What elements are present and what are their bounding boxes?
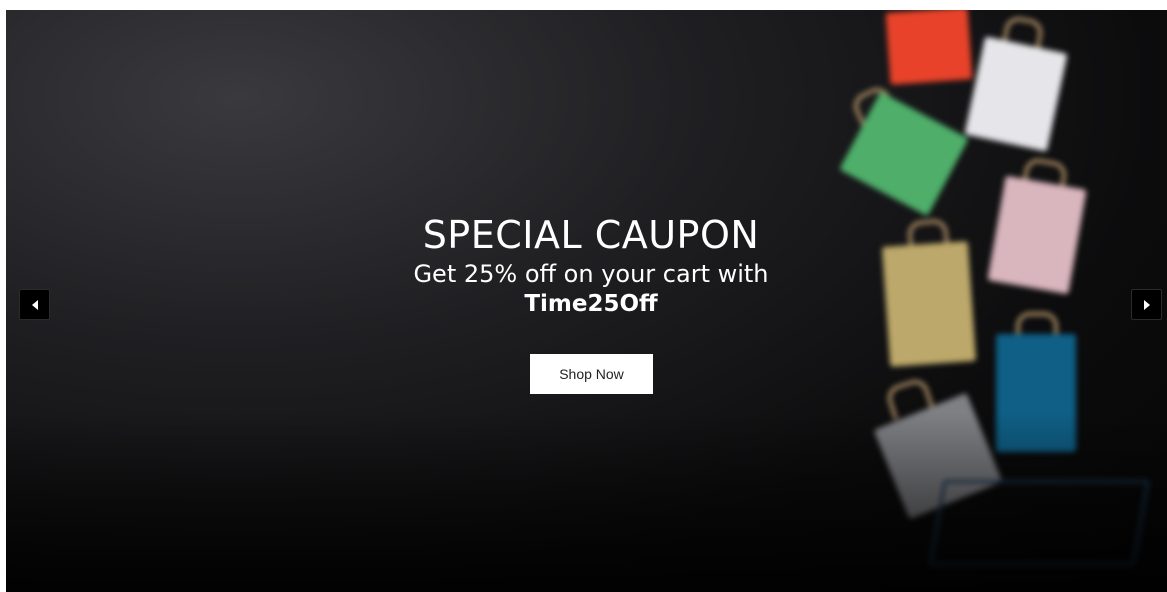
- coupon-code: Time25Off: [524, 291, 658, 317]
- shop-now-button[interactable]: Shop Now: [530, 354, 653, 394]
- slide-title: SPECIAL CAUPON: [422, 213, 760, 257]
- next-slide-button[interactable]: [1131, 289, 1162, 320]
- prev-slide-button[interactable]: [19, 289, 50, 320]
- slide-subtitle: Get 25% off on your cart with: [413, 260, 769, 288]
- slide-content: SPECIAL CAUPON Get 25% off on your cart …: [6, 10, 1167, 592]
- hero-slider: SPECIAL CAUPON Get 25% off on your cart …: [6, 10, 1167, 592]
- chevron-right-icon: [1142, 299, 1152, 311]
- chevron-left-icon: [30, 299, 40, 311]
